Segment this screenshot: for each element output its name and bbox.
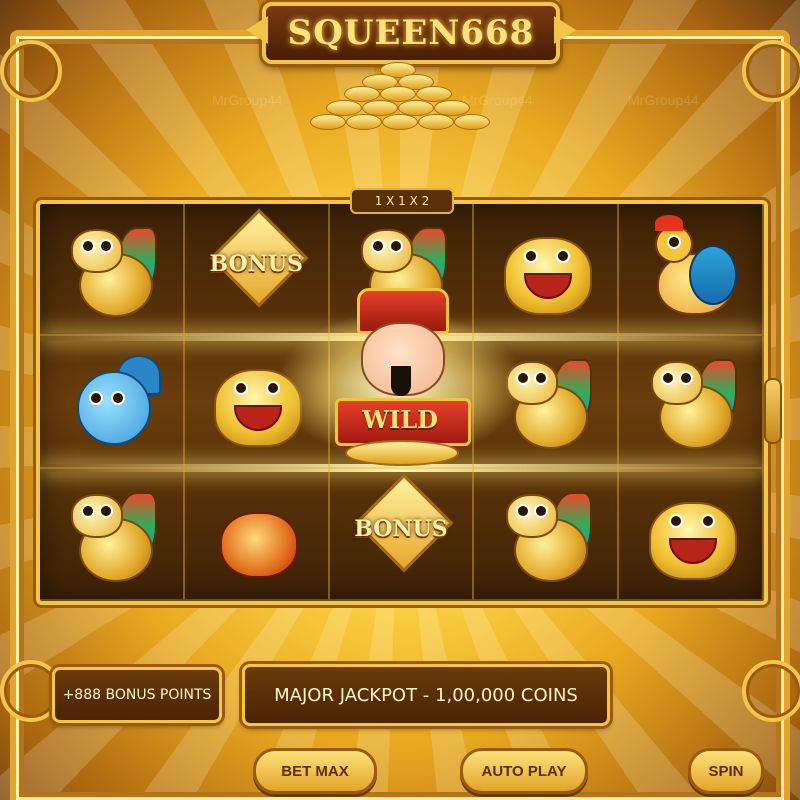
reel-cell: BONUS (184, 204, 330, 337)
game-title: SQUEEN668 (287, 13, 535, 53)
red-phoenix-icon (641, 215, 741, 319)
gold-ingots-icon (345, 440, 459, 466)
watermark: MrGroup44 (212, 92, 283, 108)
bonus-label: BONUS (354, 515, 448, 542)
reel-cell: BONUS (329, 468, 475, 601)
bonus-label: BONUS (209, 251, 303, 278)
auto-play-button[interactable]: AUTO PLAY (460, 748, 588, 794)
blue-dragon-icon (61, 351, 162, 451)
multiplier-indicator: 1 X 1 X 2 (350, 188, 454, 214)
wild-label: WILD (362, 405, 438, 434)
jackpot-panel: MAJOR JACKPOT - 1,00,000 COINS (242, 664, 610, 726)
corner-ornament-bottom-right (742, 660, 800, 722)
reel-cell (619, 204, 764, 337)
bonus-symbol-icon: BONUS (351, 473, 454, 584)
watermark: MrGroup44 (628, 92, 699, 108)
reel-cell (474, 468, 620, 601)
bet-max-button[interactable]: BET MAX (253, 748, 377, 794)
jackpot-text: MAJOR JACKPOT - 1,00,000 COINS (274, 684, 578, 706)
gold-dragon-icon (61, 219, 161, 319)
gold-toad-icon (641, 484, 741, 584)
reel-cell (474, 204, 620, 337)
side-panel-handle[interactable] (764, 378, 782, 444)
reel-cell (40, 336, 185, 469)
title-plate: SQUEEN668 (262, 2, 560, 64)
reel-cell (40, 204, 185, 337)
gold-dragon-icon (496, 484, 596, 584)
corner-ornament-top-left (0, 40, 62, 102)
reel-cell (40, 468, 185, 601)
coin-pile-icon (310, 58, 490, 138)
spin-button[interactable]: SPIN (688, 748, 764, 794)
bonus-symbol-icon: BONUS (206, 208, 309, 319)
bonus-points-text: +888 BONUS POINTS (62, 687, 212, 703)
gold-dragon-icon (61, 484, 161, 584)
bonus-points-panel: +888 BONUS POINTS (52, 667, 222, 723)
gold-toad-icon (496, 219, 596, 319)
reel-cell (184, 468, 330, 601)
gold-dragon-icon (641, 351, 741, 451)
reel-cell (619, 336, 764, 469)
beard-icon (391, 366, 411, 396)
red-dragon-icon (206, 484, 306, 584)
reel-cell (619, 468, 764, 601)
corner-ornament-top-right (742, 40, 800, 102)
wild-symbol: WILD (275, 280, 525, 470)
